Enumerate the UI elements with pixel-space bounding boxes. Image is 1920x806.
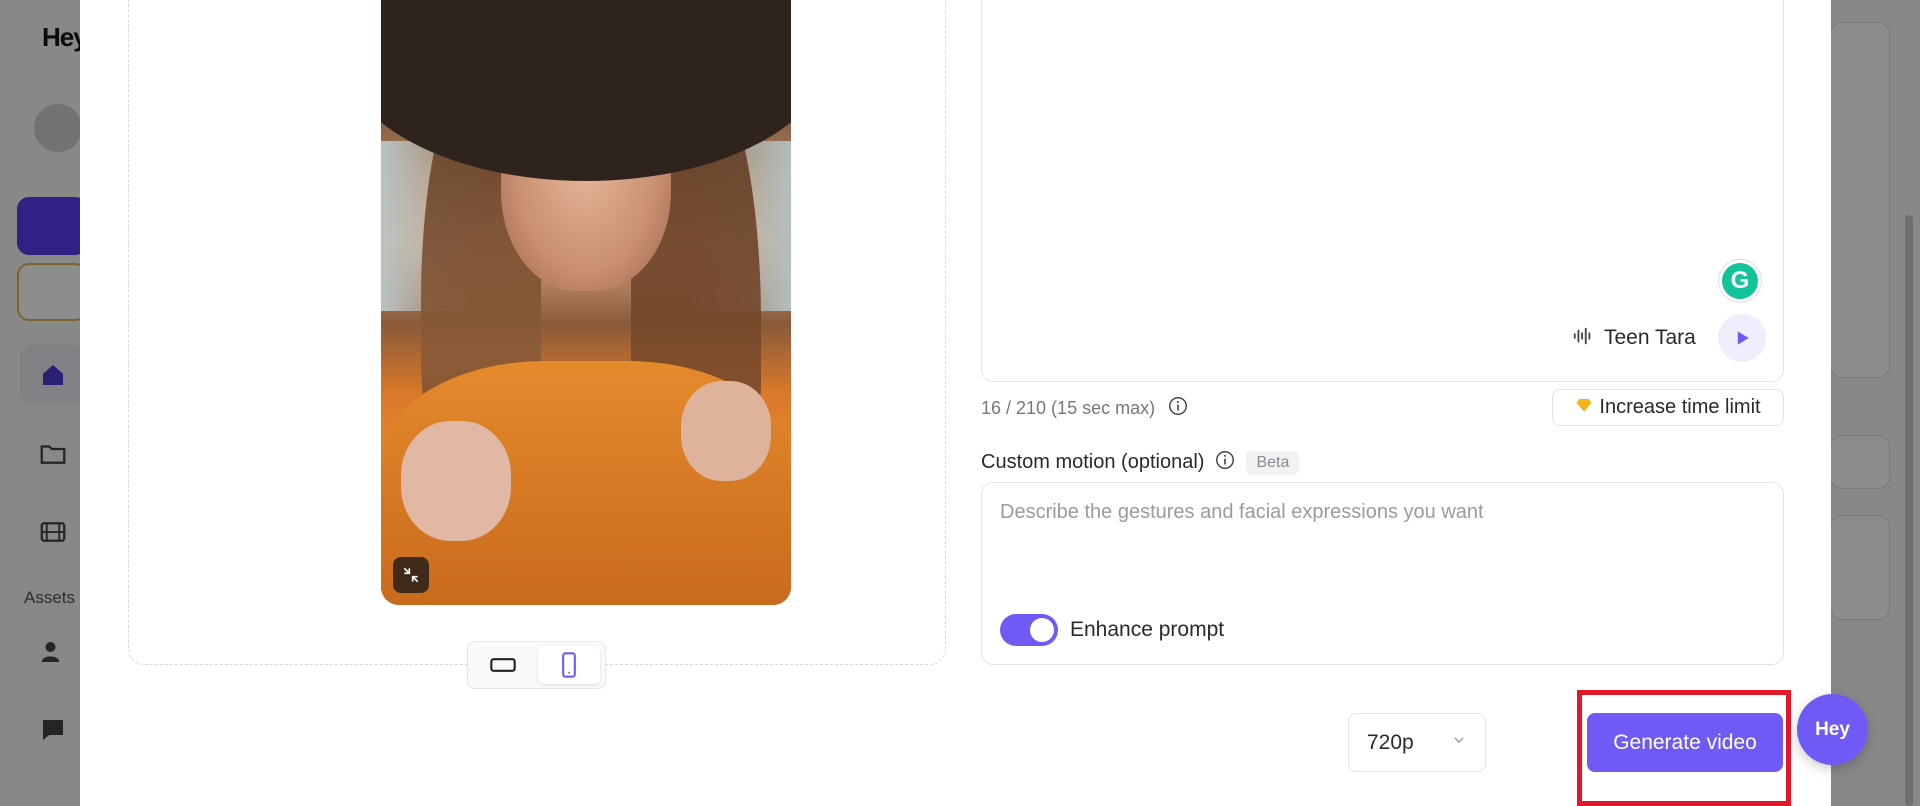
increase-time-limit-label: Increase time limit <box>1599 396 1761 418</box>
increase-time-limit-button[interactable]: Increase time limit <box>1552 389 1784 426</box>
landscape-button[interactable] <box>472 646 534 684</box>
diamond-icon <box>1575 396 1593 420</box>
portrait-button[interactable] <box>538 646 600 684</box>
collapse-button[interactable] <box>393 557 429 593</box>
avatar-photo <box>381 0 791 605</box>
avatar-preview-area <box>128 0 946 665</box>
generate-video-modal: G Teen Tara 16 / 210 (15 sec max) Increa… <box>80 0 1831 806</box>
beta-badge: Beta <box>1246 450 1300 475</box>
collapse-icon <box>403 567 419 583</box>
voice-name: Teen Tara <box>1604 326 1696 349</box>
custom-motion-input[interactable] <box>1000 501 1760 524</box>
info-icon[interactable] <box>1167 395 1189 422</box>
waveform-icon <box>1572 325 1594 352</box>
character-count: 16 / 210 (15 sec max) <box>981 395 1189 422</box>
voice-selector[interactable]: Teen Tara <box>1572 314 1766 362</box>
custom-motion-box: Enhance prompt <box>981 482 1784 665</box>
resolution-value: 720p <box>1367 730 1414 754</box>
voice-play-button[interactable] <box>1717 314 1766 362</box>
grammarly-icon[interactable]: G <box>1719 260 1761 302</box>
generate-video-button[interactable]: Generate video <box>1587 713 1783 772</box>
enhance-prompt-label: Enhance prompt <box>1070 618 1225 641</box>
chevron-down-icon <box>1451 732 1467 753</box>
portrait-icon <box>562 652 576 678</box>
resolution-select[interactable]: 720p <box>1348 713 1486 772</box>
custom-motion-header: Custom motion (optional) Beta <box>981 449 1300 476</box>
enhance-prompt-toggle[interactable] <box>1000 614 1058 646</box>
info-icon[interactable] <box>1214 449 1236 476</box>
custom-motion-label: Custom motion (optional) <box>981 451 1205 473</box>
help-chat-button[interactable]: Hey <box>1797 694 1868 765</box>
orientation-toggle <box>467 641 606 689</box>
enhance-prompt-row: Enhance prompt <box>1000 614 1224 646</box>
play-icon <box>1737 331 1749 345</box>
script-textarea[interactable]: G Teen Tara <box>981 0 1784 382</box>
character-count-text: 16 / 210 (15 sec max) <box>981 398 1156 418</box>
landscape-icon <box>490 658 516 672</box>
